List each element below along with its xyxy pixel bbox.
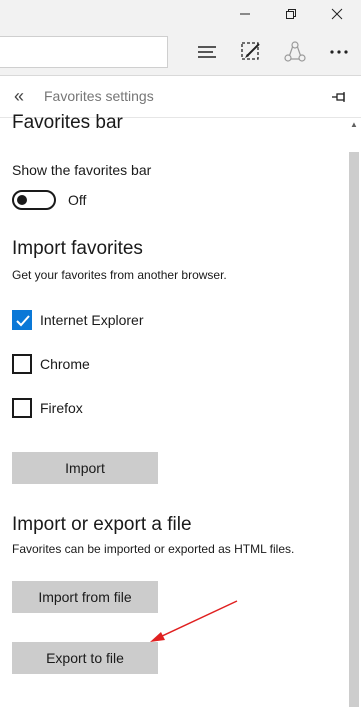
import-favorites-description: Get your favorites from another browser. — [12, 268, 227, 282]
favorites-settings-panel: « Favorites settings ▲ Favorites bar Sho… — [0, 76, 361, 707]
favorites-bar-heading: Favorites bar — [12, 112, 123, 133]
close-icon[interactable] — [314, 0, 360, 28]
back-icon[interactable]: « — [14, 86, 32, 106]
chrome-checkbox[interactable] — [12, 354, 32, 374]
show-favorites-bar-label: Show the favorites bar — [12, 162, 152, 178]
toggle-state-label: Off — [68, 192, 87, 208]
internet-explorer-label: Internet Explorer — [40, 312, 144, 328]
share-icon[interactable] — [281, 38, 309, 66]
pin-icon[interactable] — [330, 88, 348, 106]
internet-explorer-checkbox[interactable] — [12, 310, 32, 330]
firefox-label: Firefox — [40, 400, 83, 416]
import-export-description: Favorites can be imported or exported as… — [12, 542, 295, 556]
import-button[interactable]: Import — [12, 452, 158, 484]
toggle-knob — [17, 195, 27, 205]
title-bar — [0, 0, 361, 28]
more-icon[interactable] — [325, 38, 353, 66]
chrome-label: Chrome — [40, 356, 90, 372]
scroll-up-icon[interactable]: ▲ — [349, 120, 359, 130]
favorites-bar-toggle[interactable] — [12, 190, 56, 210]
import-export-heading: Import or export a file — [12, 514, 192, 535]
restore-icon[interactable] — [268, 0, 314, 28]
export-to-file-button[interactable]: Export to file — [12, 642, 158, 674]
scrollbar-thumb[interactable] — [349, 152, 359, 707]
panel-title: Favorites settings — [44, 88, 154, 104]
firefox-checkbox[interactable] — [12, 398, 32, 418]
hub-icon[interactable] — [193, 38, 221, 66]
import-from-file-button[interactable]: Import from file — [12, 581, 158, 613]
browser-toolbar — [0, 28, 361, 76]
minimize-icon[interactable] — [222, 0, 268, 28]
import-favorites-heading: Import favorites — [12, 238, 143, 259]
web-note-icon[interactable] — [237, 38, 265, 66]
address-bar[interactable] — [0, 36, 168, 68]
